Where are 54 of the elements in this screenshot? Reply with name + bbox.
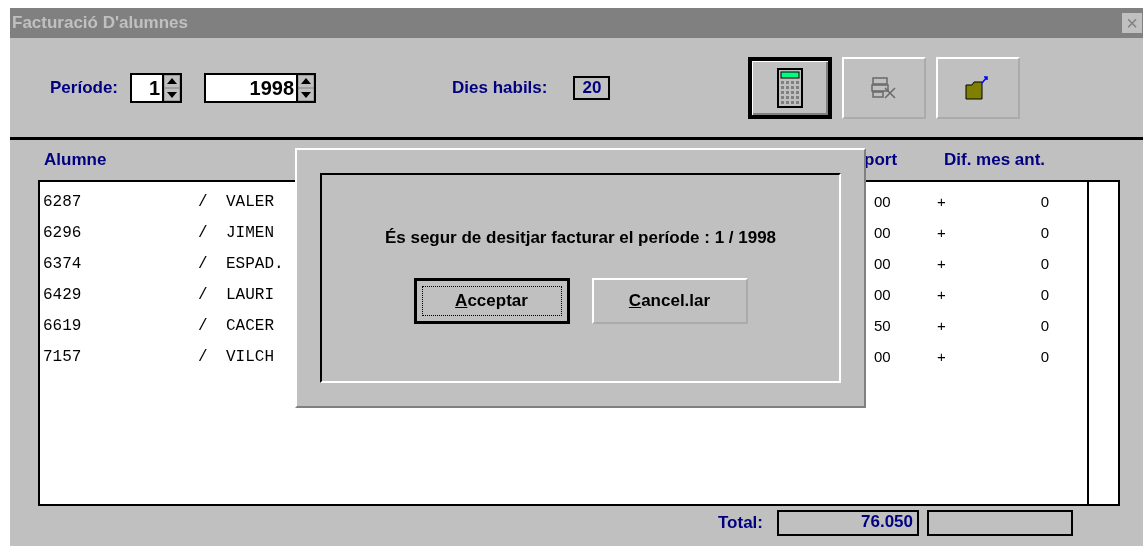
table-cell-text: ESPAD. (226, 254, 285, 273)
spinner-field[interactable]: 1998 (204, 72, 317, 103)
toolbar-button[interactable] (748, 56, 833, 119)
working-days-value: 20 (573, 75, 611, 100)
table-cell-text: 50 (874, 317, 892, 334)
spinner-field[interactable]: 1 (130, 72, 183, 103)
table-cell-text: 6287 (43, 192, 83, 211)
table-cell-text: CACER (226, 316, 275, 335)
window-title: Facturació D'alumnes (12, 13, 188, 33)
table-cell-text: + (937, 224, 947, 241)
table-cell-text: 00 (874, 348, 892, 365)
table-cell-text: + (937, 348, 947, 365)
dialog-button[interactable]: Acceptar (413, 278, 570, 324)
period-label: Període: (50, 77, 119, 98)
table-cell-text: 6619 (43, 316, 83, 335)
table-cell-text: + (937, 317, 947, 334)
table-cell-text: 0 (1039, 317, 1049, 334)
dialog-message: És segur de desitjar facturar el període : 1 / 1998 (383, 227, 778, 249)
table-cell-text: 0 (1039, 348, 1049, 365)
up-arrow-icon[interactable] (164, 74, 181, 88)
table-cell-text: LAURI (226, 285, 275, 304)
table-cell-text: 0 (1039, 255, 1049, 272)
total-label: Total: (718, 513, 763, 533)
dialog-button[interactable]: Cancel.lar (591, 278, 748, 324)
up-arrow-icon[interactable] (298, 74, 315, 88)
calculator-icon (777, 67, 804, 108)
grid-delete-icon (871, 75, 898, 100)
table-cell-text: VILCH (226, 347, 275, 366)
table-cell-text: 00 (874, 224, 892, 241)
table-cell-text: 0 (1039, 224, 1049, 241)
column-header: Dif. mes ant. (944, 150, 1047, 170)
table-cell-text: 7157 (43, 347, 83, 366)
table-cell-text: / (198, 347, 209, 366)
table-cell-text: 6374 (43, 254, 83, 273)
table-cell-text: 0 (1039, 286, 1049, 303)
table-cell-text: 6296 (43, 223, 83, 242)
total-value: 76.050 (777, 510, 919, 536)
table-cell-text: / (198, 192, 209, 211)
table-cell-text: 0 (1039, 193, 1049, 210)
table-cell-text: / (198, 285, 209, 304)
table-cell-text: JIMEN (226, 223, 275, 242)
table-cell-text: 00 (874, 286, 892, 303)
table-cell-text: / (198, 223, 209, 242)
table-cell-text: 00 (874, 193, 892, 210)
column-header: Alumne (44, 150, 108, 170)
table-cell-text: VALER (226, 192, 275, 211)
table-cell-text: + (937, 193, 947, 210)
table-cell-text: / (198, 254, 209, 273)
working-days-label: Dies habils: (452, 77, 548, 98)
table-cell-text: 00 (874, 255, 892, 272)
table-cell-text: + (937, 255, 947, 272)
table-cell-text: + (937, 286, 947, 303)
table-cell-text: 6429 (43, 285, 83, 304)
table-cell-text: / (198, 316, 209, 335)
